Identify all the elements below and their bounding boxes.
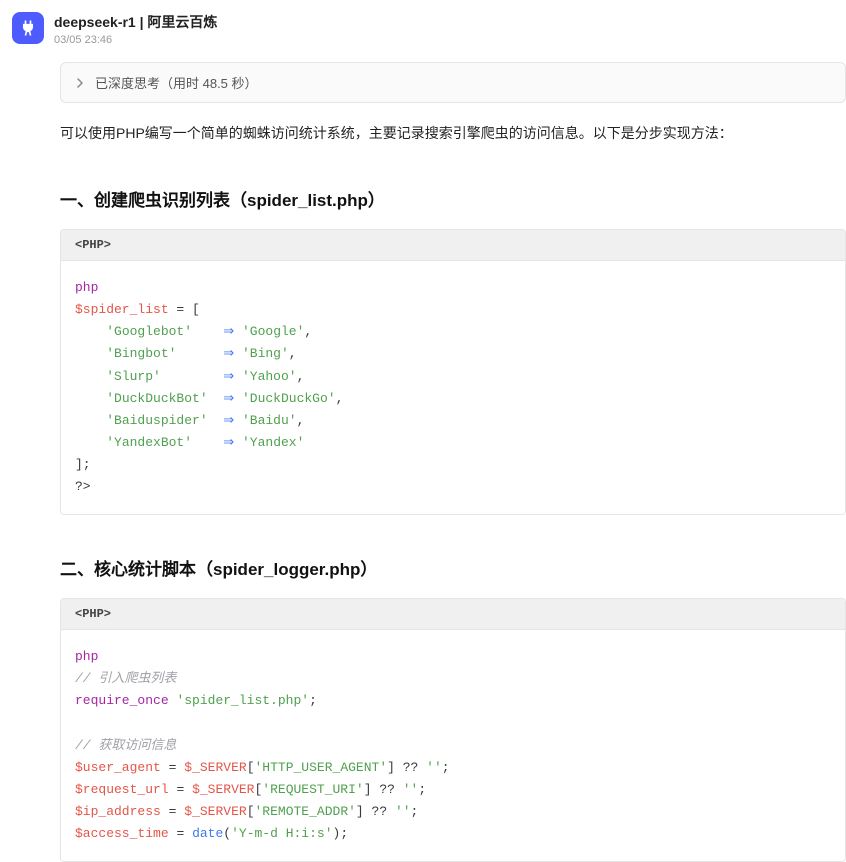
code-body-1[interactable]: php $spider_list = [ 'Googlebot' ⇒ 'Goog… [61, 261, 845, 514]
code-block-2: <PHP> php // 引入爬虫列表 require_once 'spider… [60, 598, 846, 862]
message-timestamp: 03/05 23:46 [54, 34, 217, 46]
code-body-2[interactable]: php // 引入爬虫列表 require_once 'spider_list.… [61, 630, 845, 861]
code-lang-label: <PHP> [61, 230, 845, 261]
thought-summary[interactable]: 已深度思考（用时 48.5 秒） [60, 62, 846, 103]
intro-paragraph: 可以使用PHP编写一个简单的蜘蛛访问统计系统，主要记录搜索引擎爬虫的访问信息。以… [60, 121, 846, 146]
bot-avatar [12, 12, 44, 44]
section-title-2: 二、核心统计脚本（spider_logger.php） [60, 555, 846, 580]
message-header: deepseek-r1 | 阿里云百炼 03/05 23:46 [12, 12, 846, 46]
message-content: 已深度思考（用时 48.5 秒） 可以使用PHP编写一个简单的蜘蛛访问统计系统，… [60, 62, 846, 862]
code-lang-label: <PHP> [61, 599, 845, 630]
plug-icon [18, 18, 38, 38]
bot-name: deepseek-r1 | 阿里云百炼 [54, 12, 217, 32]
thought-text: 已深度思考（用时 48.5 秒） [95, 73, 258, 92]
chevron-right-icon [75, 75, 85, 91]
section-title-1: 一、创建爬虫识别列表（spider_list.php） [60, 186, 846, 211]
code-block-1: <PHP> php $spider_list = [ 'Googlebot' ⇒… [60, 229, 846, 515]
